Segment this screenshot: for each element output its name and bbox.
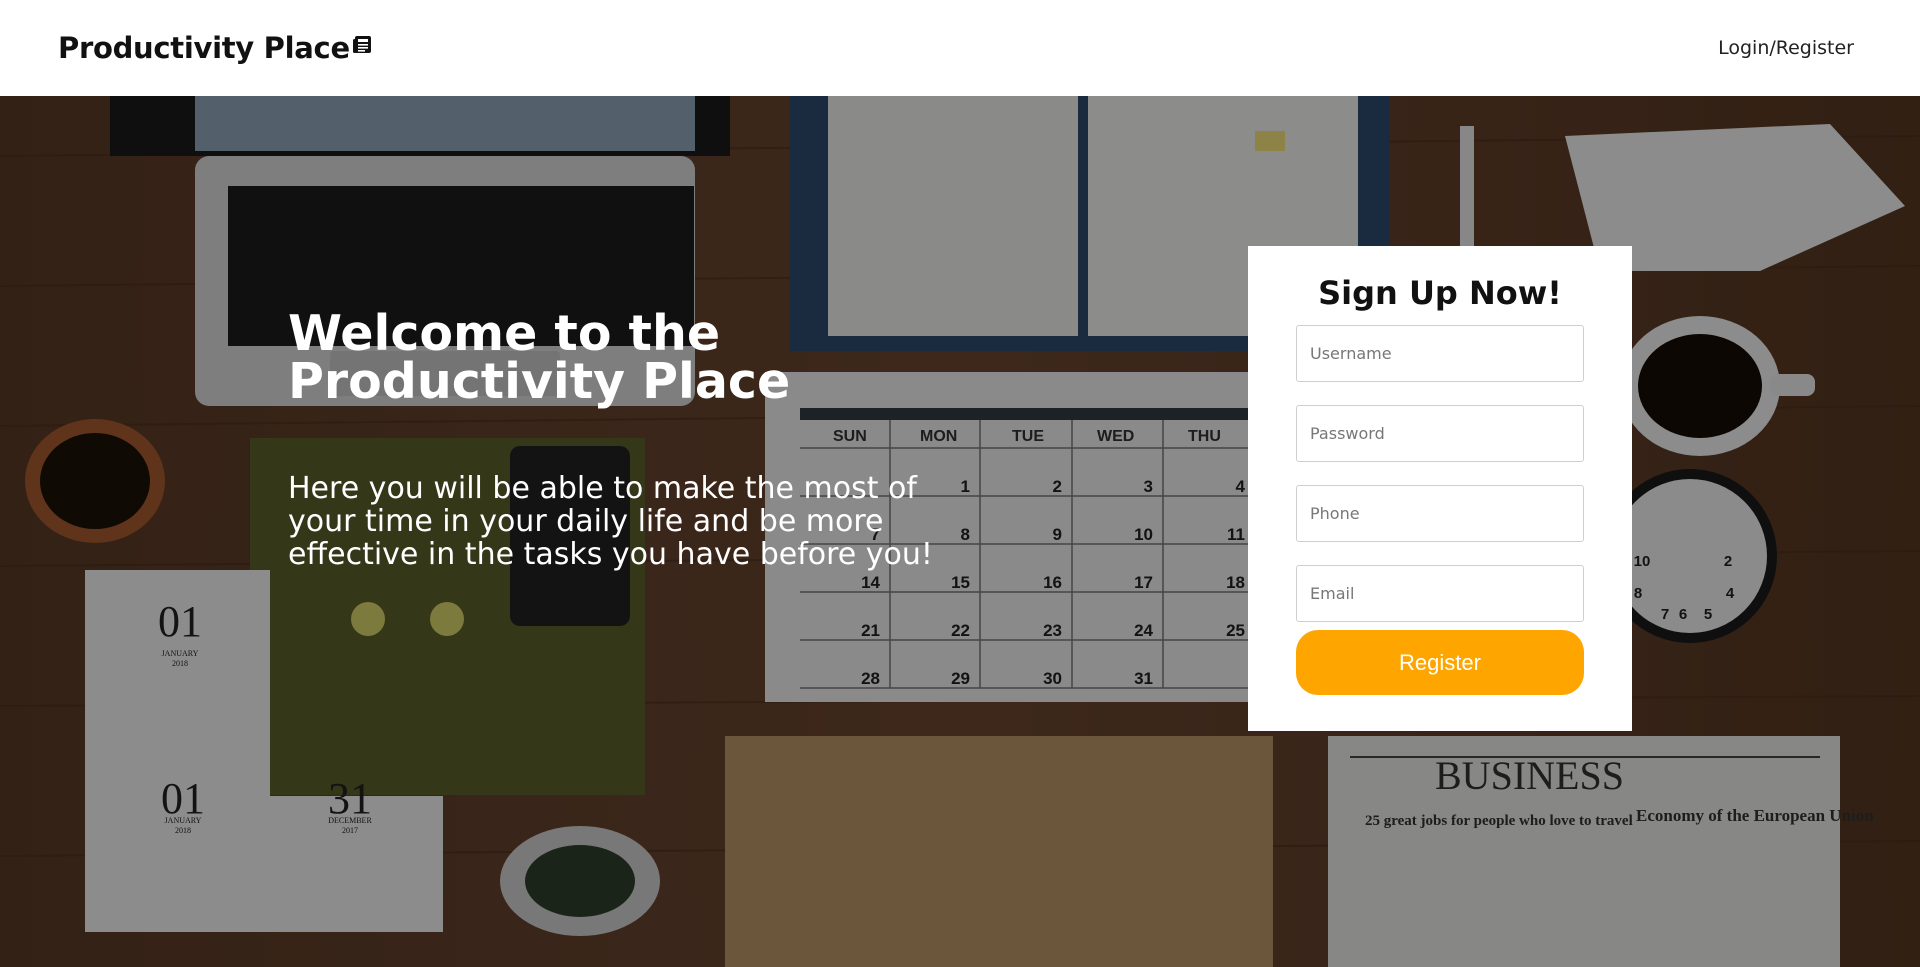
signup-title: Sign Up Now! bbox=[1318, 274, 1562, 312]
navbar: Productivity Place Login/Register bbox=[0, 0, 1920, 96]
signup-card: Sign Up Now! Register bbox=[1248, 246, 1632, 731]
brand-logo[interactable]: Productivity Place bbox=[58, 31, 372, 65]
newspaper-icon bbox=[352, 36, 371, 53]
password-input[interactable] bbox=[1296, 405, 1584, 462]
hero-section: SUN MON TUE WED THU 1 2 3 4 7 8 9 10 11 14 15 16 17 1… bbox=[0, 96, 1920, 967]
username-input[interactable] bbox=[1296, 325, 1584, 382]
hero-title-line-2: Productivity Place bbox=[288, 353, 791, 410]
hero-description: Here you will be able to make the most o… bbox=[288, 471, 933, 572]
register-button[interactable]: Register bbox=[1296, 630, 1584, 695]
brand-name: Productivity Place bbox=[58, 31, 350, 65]
login-register-link[interactable]: Login/Register bbox=[1718, 37, 1854, 59]
phone-input[interactable] bbox=[1296, 485, 1584, 542]
email-input[interactable] bbox=[1296, 565, 1584, 622]
hero-title: Welcome to the Productivity Place bbox=[288, 309, 908, 406]
